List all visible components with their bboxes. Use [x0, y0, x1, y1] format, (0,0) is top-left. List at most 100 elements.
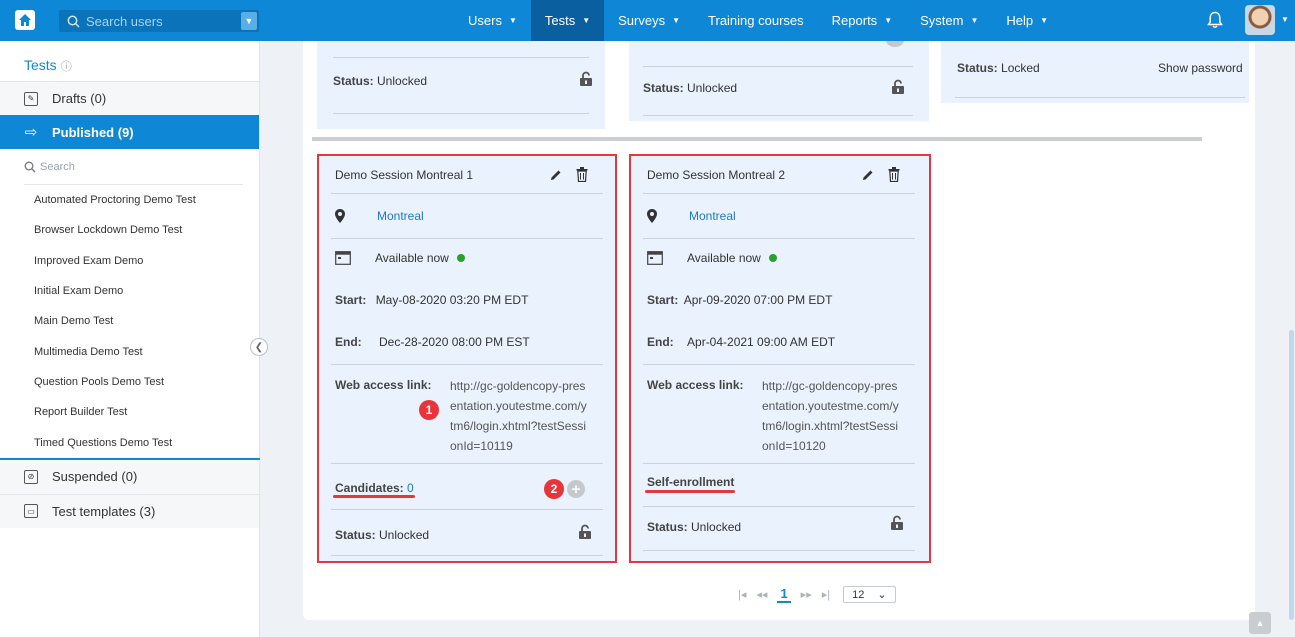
search-icon: [67, 15, 80, 28]
current-page[interactable]: 1: [777, 586, 791, 603]
sidebar-search-input[interactable]: [40, 160, 220, 173]
menu-tests-label: Tests: [544, 13, 576, 28]
next-page-button[interactable]: ▸▸: [801, 588, 812, 601]
divider: [643, 463, 915, 464]
list-item[interactable]: Question Pools Demo Test: [0, 367, 260, 397]
start-value: Apr-09-2020 07:00 PM EDT: [683, 293, 833, 307]
annotation-underline: [645, 490, 735, 493]
list-item[interactable]: Report Builder Test: [0, 397, 260, 427]
delete-trash-icon[interactable]: [888, 167, 900, 182]
start-row: Start: Apr-09-2020 07:00 PM EDT: [647, 293, 832, 307]
search-options-dropdown[interactable]: ▼: [241, 12, 257, 30]
end-row: End: Dec-28-2020 08:00 PM EST: [335, 335, 530, 349]
show-password-link[interactable]: Show password: [1158, 61, 1243, 75]
location-link[interactable]: Montreal: [689, 209, 736, 223]
delete-trash-icon[interactable]: [576, 167, 588, 182]
edit-pencil-icon[interactable]: [861, 168, 875, 182]
user-avatar[interactable]: [1245, 5, 1275, 35]
chevron-down-icon: ▼: [508, 16, 517, 25]
sidebar-title-text: Tests: [24, 57, 57, 73]
previous-page-button[interactable]: ◂◂: [756, 588, 767, 601]
link-line: onId=10120: [762, 439, 826, 453]
web-access-link[interactable]: http://gc-goldencopy-pres entation.youte…: [450, 376, 587, 456]
divider: [643, 506, 915, 507]
availability-row: Available now: [335, 251, 465, 265]
help-icon[interactable]: ⓘ: [61, 61, 72, 73]
menu-help[interactable]: Help ▼: [992, 0, 1062, 41]
add-candidate-button[interactable]: +: [567, 480, 585, 498]
suspended-icon: ⊘: [24, 469, 38, 484]
status-label: Status:: [643, 81, 684, 95]
menu-training-courses[interactable]: Training courses: [694, 0, 818, 41]
link-line: http://gc-goldencopy-pres: [762, 379, 898, 393]
location-row: Montreal: [331, 194, 603, 239]
user-search-input[interactable]: [86, 13, 236, 29]
divider: [643, 364, 915, 365]
notifications-bell-icon[interactable]: [1207, 11, 1223, 29]
user-search-box[interactable]: ▼: [59, 10, 259, 32]
menu-reports-label: Reports: [831, 13, 878, 28]
list-item[interactable]: Main Demo Test: [0, 306, 260, 336]
sidebar-item-published[interactable]: ⇨ Published (9): [0, 115, 259, 149]
status-row: Status: Unlocked: [333, 74, 427, 88]
sidebar-item-label: Drafts (0): [52, 91, 107, 106]
top-navigation-bar: ▼ Users ▼ Tests ▼ Surveys ▼ Training course…: [0, 0, 1295, 41]
menu-reports[interactable]: Reports ▼: [818, 0, 906, 41]
list-item[interactable]: Timed Questions Demo Test: [0, 427, 260, 457]
availability-text: Available now: [375, 251, 449, 265]
location-row: Montreal: [643, 194, 915, 239]
search-icon: [24, 161, 36, 172]
sidebar-item-label: Suspended (0): [52, 469, 138, 485]
page-size-select[interactable]: 12 ⌄: [843, 586, 896, 603]
scroll-to-top-button[interactable]: ▲: [1249, 612, 1271, 634]
web-access-label: Web access link:: [335, 378, 432, 392]
home-button[interactable]: [15, 10, 35, 30]
edit-pencil-icon[interactable]: [549, 168, 563, 182]
add-icon[interactable]: [886, 41, 904, 47]
session-name: Demo Session Montreal 1: [335, 167, 474, 182]
unlocked-icon[interactable]: [579, 71, 593, 87]
collapse-sidebar-button[interactable]: ❮: [250, 338, 268, 356]
list-item[interactable]: Initial Exam Demo: [0, 276, 260, 306]
web-access-link[interactable]: http://gc-goldencopy-pres entation.youte…: [762, 376, 899, 456]
sidebar-item-drafts[interactable]: ✎ Drafts (0): [0, 81, 259, 115]
divider: [955, 97, 1245, 98]
last-page-button[interactable]: ▸|: [822, 588, 830, 601]
start-value: May-08-2020 03:20 PM EDT: [375, 293, 529, 307]
status-label: Status:: [333, 74, 374, 88]
unlocked-icon[interactable]: [891, 79, 905, 95]
menu-users[interactable]: Users ▼: [454, 0, 531, 41]
location-link[interactable]: Montreal: [377, 209, 424, 223]
end-value: Dec-28-2020 08:00 PM EST: [379, 335, 530, 349]
status-value: Unlocked: [687, 81, 738, 95]
unlocked-icon[interactable]: [890, 515, 904, 531]
sidebar-item-test-templates[interactable]: ▭ Test templates (3): [0, 493, 259, 528]
menu-tests[interactable]: Tests ▼: [530, 0, 605, 41]
candidates-count-link[interactable]: 0: [407, 481, 414, 495]
divider: [643, 66, 913, 67]
session-card: Demo Session Montreal 2 Montreal Availab…: [629, 154, 931, 563]
menu-system[interactable]: System ▼: [906, 0, 992, 41]
annotation-badge-1: 1: [419, 400, 439, 420]
list-item[interactable]: Multimedia Demo Test: [0, 336, 260, 366]
divider: [331, 364, 603, 365]
calendar-icon: [647, 251, 663, 265]
sidebar-search[interactable]: [24, 149, 243, 185]
list-item[interactable]: Improved Exam Demo: [0, 246, 260, 276]
chevron-down-icon[interactable]: ▼: [1281, 15, 1289, 24]
first-page-button[interactable]: |◂: [738, 588, 746, 601]
scrollbar-thumb[interactable]: [1289, 330, 1294, 620]
plus-icon: +: [571, 480, 581, 498]
menu-surveys[interactable]: Surveys ▼: [604, 0, 694, 41]
unlocked-icon[interactable]: [578, 524, 592, 540]
chevron-down-icon: ⌄: [877, 589, 887, 601]
calendar-icon: [335, 251, 351, 265]
template-icon: ▭: [24, 504, 38, 519]
list-item[interactable]: Browser Lockdown Demo Test: [0, 215, 260, 245]
sidebar-item-suspended[interactable]: ⊘ Suspended (0): [0, 459, 259, 494]
list-item[interactable]: Automated Proctoring Demo Test: [0, 185, 260, 215]
session-card-partial-1: Status: Unlocked: [317, 41, 605, 129]
divider: [331, 463, 603, 464]
start-label: Start:: [647, 293, 679, 307]
status-row: Status: Unlocked: [643, 81, 737, 95]
